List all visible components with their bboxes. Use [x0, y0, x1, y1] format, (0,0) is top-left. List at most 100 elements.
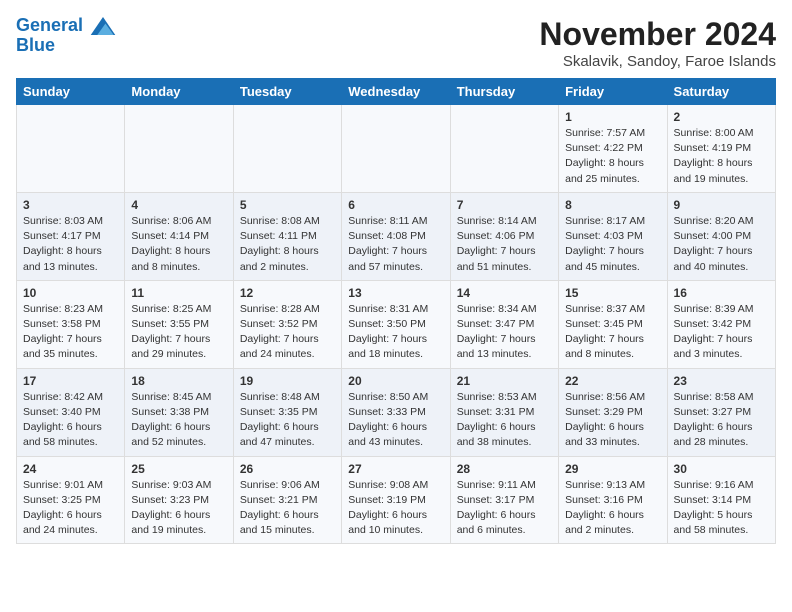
day-number: 29 — [565, 462, 660, 476]
page-title: November 2024 — [539, 16, 776, 53]
day-info: Sunrise: 8:53 AM Sunset: 3:31 PM Dayligh… — [457, 390, 552, 451]
calendar-cell — [342, 105, 450, 193]
day-number: 10 — [23, 286, 118, 300]
day-info: Sunrise: 9:03 AM Sunset: 3:23 PM Dayligh… — [131, 478, 226, 539]
day-number: 15 — [565, 286, 660, 300]
day-number: 19 — [240, 374, 335, 388]
logo-line1: General — [16, 16, 116, 36]
day-info: Sunrise: 8:17 AM Sunset: 4:03 PM Dayligh… — [565, 214, 660, 275]
day-number: 20 — [348, 374, 443, 388]
logo-line2: Blue — [16, 36, 116, 56]
calendar-cell: 4 Sunrise: 8:06 AM Sunset: 4:14 PM Daylig… — [125, 192, 233, 280]
day-info: Sunrise: 8:50 AM Sunset: 3:33 PM Dayligh… — [348, 390, 443, 451]
column-header-tuesday: Tuesday — [233, 79, 341, 105]
calendar-cell: 23 Sunrise: 8:58 AM Sunset: 3:27 PM Dayli… — [667, 368, 775, 456]
day-number: 1 — [565, 110, 660, 124]
day-number: 13 — [348, 286, 443, 300]
day-number: 11 — [131, 286, 226, 300]
column-header-saturday: Saturday — [667, 79, 775, 105]
day-info: Sunrise: 8:06 AM Sunset: 4:14 PM Dayligh… — [131, 214, 226, 275]
column-header-monday: Monday — [125, 79, 233, 105]
calendar-cell: 13Sunrise: 8:31 AM Sunset: 3:50 PM Dayli… — [342, 280, 450, 368]
calendar-cell: 26 Sunrise: 9:06 AM Sunset: 3:21 PM Dayli… — [233, 456, 341, 544]
day-info: Sunrise: 9:06 AM Sunset: 3:21 PM Dayligh… — [240, 478, 335, 539]
calendar-cell: 9 Sunrise: 8:20 AM Sunset: 4:00 PM Daylig… — [667, 192, 775, 280]
column-header-friday: Friday — [559, 79, 667, 105]
calendar-cell — [233, 105, 341, 193]
day-number: 23 — [674, 374, 769, 388]
day-number: 30 — [674, 462, 769, 476]
day-number: 2 — [674, 110, 769, 124]
calendar-cell: 6 Sunrise: 8:11 AM Sunset: 4:08 PM Daylig… — [342, 192, 450, 280]
calendar-cell — [450, 105, 558, 193]
page-subtitle: Skalavik, Sandoy, Faroe Islands — [539, 53, 776, 70]
calendar-cell: 20 Sunrise: 8:50 AM Sunset: 3:33 PM Dayli… — [342, 368, 450, 456]
calendar-cell: 16 Sunrise: 8:39 AM Sunset: 3:42 PM Dayli… — [667, 280, 775, 368]
calendar-cell: 3Sunrise: 8:03 AM Sunset: 4:17 PM Daylig… — [17, 192, 125, 280]
day-number: 7 — [457, 198, 552, 212]
day-number: 22 — [565, 374, 660, 388]
calendar-cell: 22 Sunrise: 8:56 AM Sunset: 3:29 PM Dayli… — [559, 368, 667, 456]
day-number: 14 — [457, 286, 552, 300]
calendar-cell: 12 Sunrise: 8:28 AM Sunset: 3:52 PM Dayli… — [233, 280, 341, 368]
day-info: Sunrise: 8:56 AM Sunset: 3:29 PM Dayligh… — [565, 390, 660, 451]
calendar-cell: 28 Sunrise: 9:11 AM Sunset: 3:17 PM Dayli… — [450, 456, 558, 544]
day-number: 25 — [131, 462, 226, 476]
day-number: 12 — [240, 286, 335, 300]
day-info: Sunrise: 9:11 AM Sunset: 3:17 PM Dayligh… — [457, 478, 552, 539]
calendar-cell: 1 Sunrise: 7:57 AM Sunset: 4:22 PM Daylig… — [559, 105, 667, 193]
calendar-cell: 25 Sunrise: 9:03 AM Sunset: 3:23 PM Dayli… — [125, 456, 233, 544]
day-number: 16 — [674, 286, 769, 300]
calendar-cell — [125, 105, 233, 193]
day-info: Sunrise: 8:25 AM Sunset: 3:55 PM Dayligh… — [131, 302, 226, 363]
day-info: Sunrise: 7:57 AM Sunset: 4:22 PM Dayligh… — [565, 126, 660, 187]
day-number: 18 — [131, 374, 226, 388]
calendar-cell: 7 Sunrise: 8:14 AM Sunset: 4:06 PM Daylig… — [450, 192, 558, 280]
column-header-sunday: Sunday — [17, 79, 125, 105]
calendar-cell: 15 Sunrise: 8:37 AM Sunset: 3:45 PM Dayli… — [559, 280, 667, 368]
column-header-thursday: Thursday — [450, 79, 558, 105]
calendar-cell — [17, 105, 125, 193]
column-header-wednesday: Wednesday — [342, 79, 450, 105]
calendar-cell: 21 Sunrise: 8:53 AM Sunset: 3:31 PM Dayli… — [450, 368, 558, 456]
calendar-cell: 10 Sunrise: 8:23 AM Sunset: 3:58 PM Dayli… — [17, 280, 125, 368]
day-info: Sunrise: 8:37 AM Sunset: 3:45 PM Dayligh… — [565, 302, 660, 363]
day-info: Sunrise: 8:11 AM Sunset: 4:08 PM Dayligh… — [348, 214, 443, 275]
calendar-cell: 27 Sunrise: 9:08 AM Sunset: 3:19 PM Dayli… — [342, 456, 450, 544]
day-number: 21 — [457, 374, 552, 388]
day-info: Sunrise: 8:00 AM Sunset: 4:19 PM Dayligh… — [674, 126, 769, 187]
day-info: Sunrise: 8:28 AM Sunset: 3:52 PM Dayligh… — [240, 302, 335, 363]
day-info: Sunrise: 9:01 AM Sunset: 3:25 PM Dayligh… — [23, 478, 118, 539]
calendar-cell: 24 Sunrise: 9:01 AM Sunset: 3:25 PM Dayli… — [17, 456, 125, 544]
day-info: Sunrise: 8:34 AM Sunset: 3:47 PM Dayligh… — [457, 302, 552, 363]
day-number: 28 — [457, 462, 552, 476]
calendar-cell: 19 Sunrise: 8:48 AM Sunset: 3:35 PM Dayli… — [233, 368, 341, 456]
calendar-cell: 18 Sunrise: 8:45 AM Sunset: 3:38 PM Dayli… — [125, 368, 233, 456]
day-number: 24 — [23, 462, 118, 476]
calendar-cell: 8Sunrise: 8:17 AM Sunset: 4:03 PM Daylig… — [559, 192, 667, 280]
day-info: Sunrise: 8:39 AM Sunset: 3:42 PM Dayligh… — [674, 302, 769, 363]
day-info: Sunrise: 8:20 AM Sunset: 4:00 PM Dayligh… — [674, 214, 769, 275]
day-info: Sunrise: 8:45 AM Sunset: 3:38 PM Dayligh… — [131, 390, 226, 451]
day-info: Sunrise: 9:13 AM Sunset: 3:16 PM Dayligh… — [565, 478, 660, 539]
day-number: 27 — [348, 462, 443, 476]
day-number: 9 — [674, 198, 769, 212]
calendar-cell: 5Sunrise: 8:08 AM Sunset: 4:11 PM Daylig… — [233, 192, 341, 280]
calendar-cell: 14 Sunrise: 8:34 AM Sunset: 3:47 PM Dayli… — [450, 280, 558, 368]
day-number: 4 — [131, 198, 226, 212]
day-number: 26 — [240, 462, 335, 476]
day-info: Sunrise: 9:16 AM Sunset: 3:14 PM Dayligh… — [674, 478, 769, 539]
day-info: Sunrise: 8:42 AM Sunset: 3:40 PM Dayligh… — [23, 390, 118, 451]
day-info: Sunrise: 8:14 AM Sunset: 4:06 PM Dayligh… — [457, 214, 552, 275]
day-info: Sunrise: 8:08 AM Sunset: 4:11 PM Dayligh… — [240, 214, 335, 275]
day-number: 3 — [23, 198, 118, 212]
calendar-cell: 11 Sunrise: 8:25 AM Sunset: 3:55 PM Dayli… — [125, 280, 233, 368]
calendar-cell: 2 Sunrise: 8:00 AM Sunset: 4:19 PM Daylig… — [667, 105, 775, 193]
day-number: 6 — [348, 198, 443, 212]
calendar-cell: 29 Sunrise: 9:13 AM Sunset: 3:16 PM Dayli… — [559, 456, 667, 544]
day-info: Sunrise: 8:48 AM Sunset: 3:35 PM Dayligh… — [240, 390, 335, 451]
day-info: Sunrise: 8:23 AM Sunset: 3:58 PM Dayligh… — [23, 302, 118, 363]
calendar-cell: 17Sunrise: 8:42 AM Sunset: 3:40 PM Dayli… — [17, 368, 125, 456]
day-info: Sunrise: 9:08 AM Sunset: 3:19 PM Dayligh… — [348, 478, 443, 539]
day-info: Sunrise: 8:58 AM Sunset: 3:27 PM Dayligh… — [674, 390, 769, 451]
